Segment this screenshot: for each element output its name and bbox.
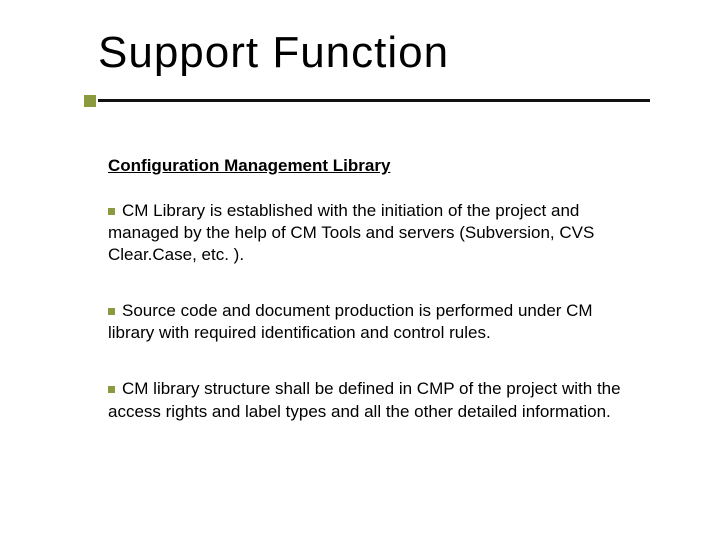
square-bullet-icon [108,208,115,215]
square-bullet-icon [108,386,115,393]
slide-body: CM Library is established with the initi… [108,200,638,457]
bullet-text: CM library structure shall be defined in… [108,379,621,420]
bullet-item: Source code and document production is p… [108,300,638,344]
bullet-item: CM library structure shall be defined in… [108,378,638,422]
slide: Support Function Configuration Managemen… [0,0,720,540]
square-bullet-icon [108,308,115,315]
bullet-text: CM Library is established with the initi… [108,201,594,264]
title-accent-square [84,95,96,107]
bullet-text: Source code and document production is p… [108,301,593,342]
bullet-item: CM Library is established with the initi… [108,200,638,266]
slide-subtitle: Configuration Management Library [108,156,390,176]
title-underline [98,99,650,102]
slide-title: Support Function [98,28,449,78]
